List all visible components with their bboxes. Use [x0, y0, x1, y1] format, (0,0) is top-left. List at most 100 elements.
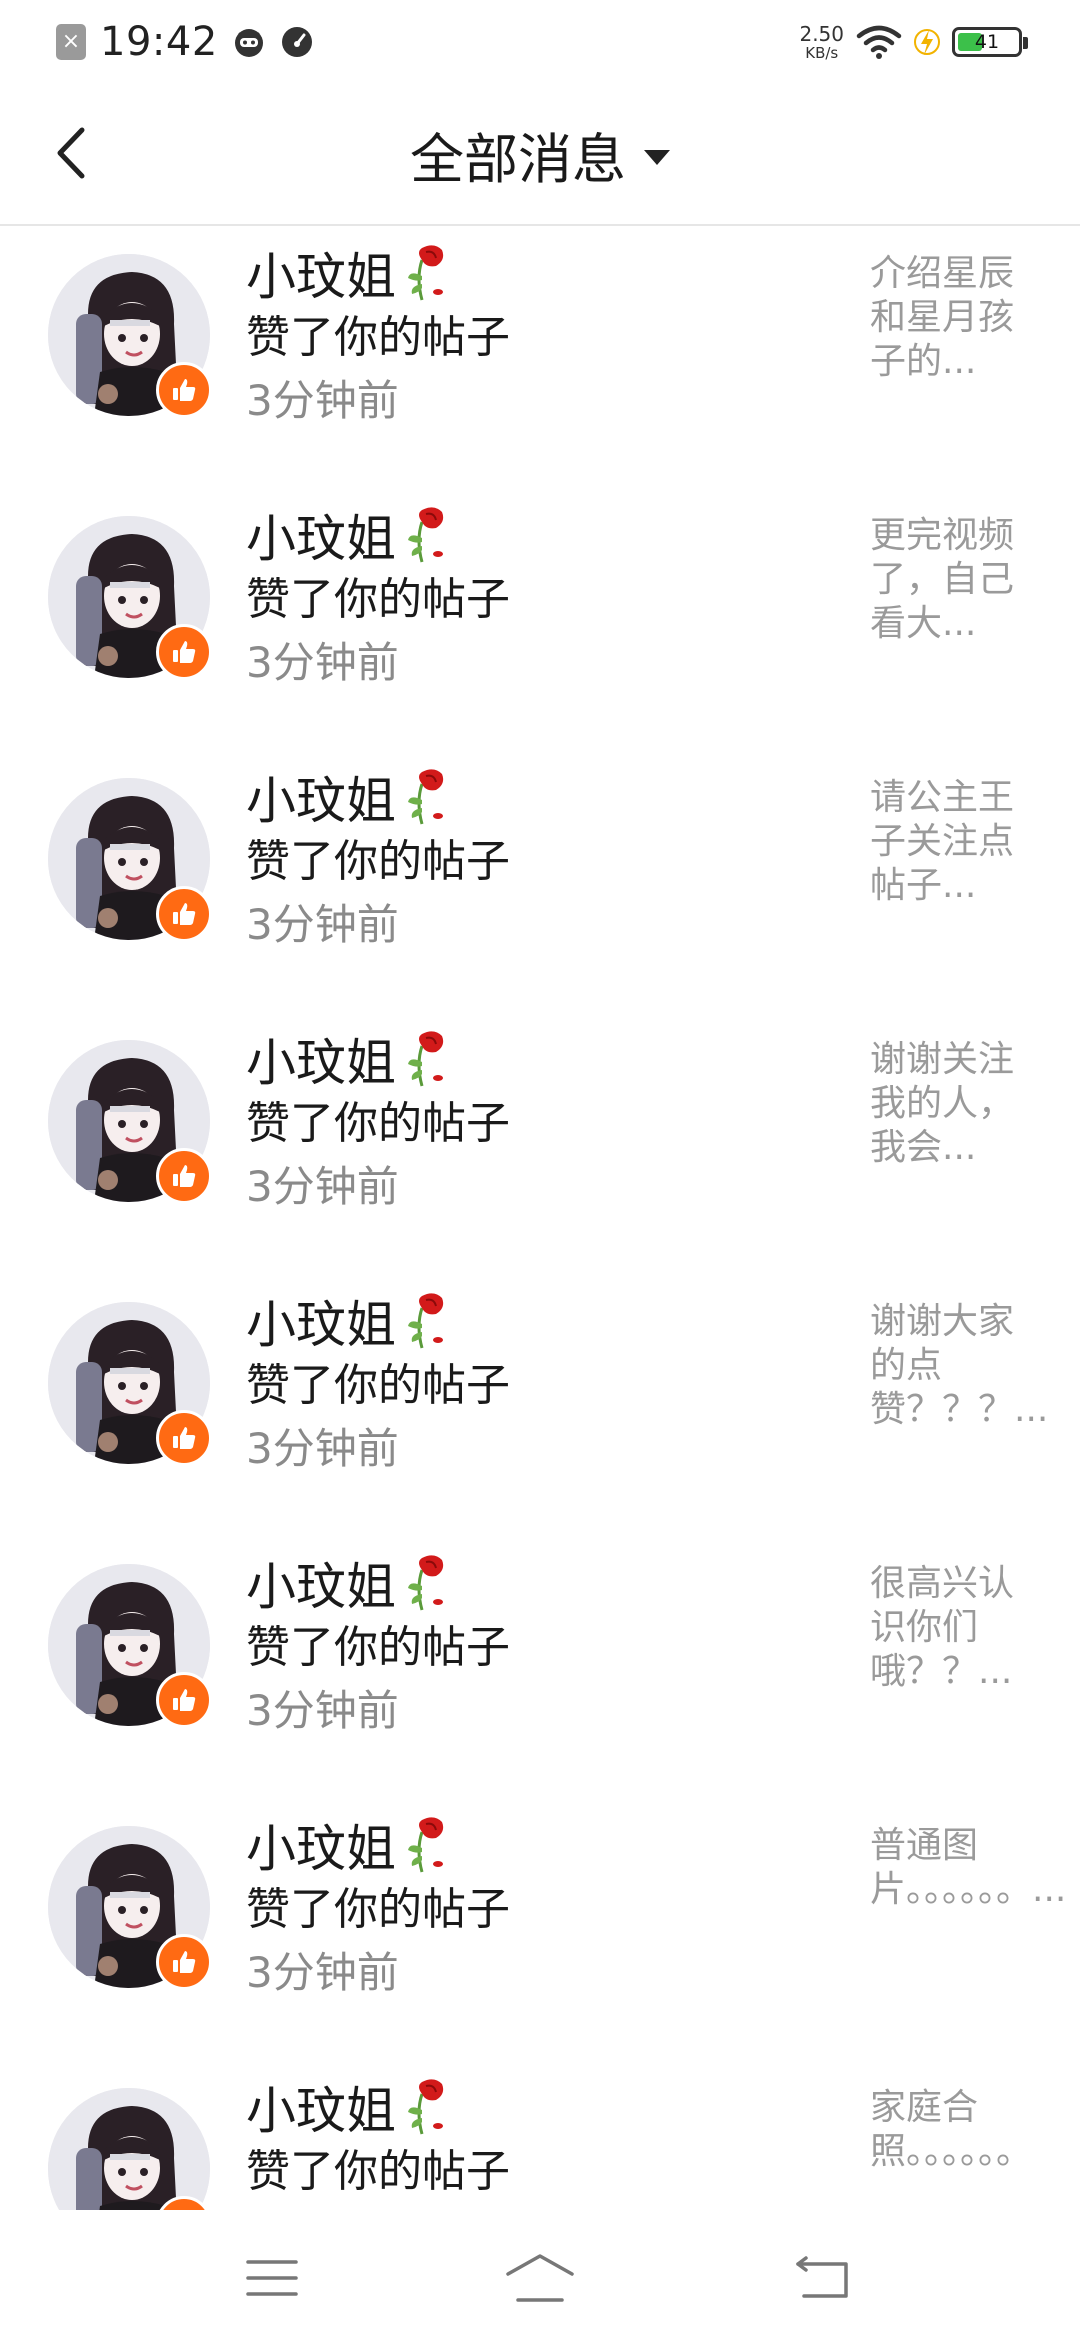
action-text: 赞了你的帖子 [246, 1098, 510, 1149]
notification-item[interactable]: 小玟姐 赞了你的帖子 3分钟前 很高兴认识你们哦？？... [0, 1536, 1080, 1798]
page-title: 全部消息 [410, 127, 626, 191]
back-nav-button[interactable] [782, 2246, 862, 2310]
avatar[interactable] [48, 778, 212, 942]
rose-icon [408, 1555, 444, 1611]
menu-button[interactable] [232, 2246, 312, 2310]
notification-item[interactable]: 小玟姐 赞了你的帖子 3分钟前 更完视频了，自己看大... [0, 488, 1080, 750]
post-preview[interactable]: 请公主王子关注点帖子... [870, 776, 1040, 908]
sender-name[interactable]: 小玟姐 [246, 237, 396, 309]
avatar[interactable] [48, 2088, 212, 2210]
sender-row: 小玟姐 [246, 500, 456, 570]
sender-name[interactable]: 小玟姐 [246, 499, 396, 571]
like-badge [156, 1148, 212, 1204]
post-preview[interactable]: 很高兴认识你们哦？？... [870, 1562, 1040, 1694]
post-preview[interactable]: 谢谢大家的点赞？？？... [870, 1300, 1048, 1432]
rose-icon [408, 507, 444, 563]
sender-name[interactable]: 小玟姐 [246, 1023, 396, 1095]
sender-row: 小玟姐 [246, 1548, 456, 1618]
timestamp: 3分钟前 [246, 1162, 399, 1211]
rose-icon [408, 1817, 444, 1873]
notification-list[interactable]: 小玟姐 赞了你的帖子 3分钟前 介绍星辰和星月孩子的... 小玟姐 赞了你的帖子… [0, 226, 1080, 2210]
avatar[interactable] [48, 516, 212, 680]
action-text: 赞了你的帖子 [246, 1360, 510, 1411]
like-badge [156, 886, 212, 942]
rose-icon [408, 769, 444, 825]
menu-icon [246, 2260, 298, 2296]
sender-name[interactable]: 小玟姐 [246, 1547, 396, 1619]
sender-name[interactable]: 小玟姐 [246, 1285, 396, 1357]
sender-row: 小玟姐 [246, 1024, 456, 1094]
action-text: 赞了你的帖子 [246, 836, 510, 887]
action-text: 赞了你的帖子 [246, 2146, 510, 2197]
timestamp: 3分钟前 [246, 1686, 399, 1735]
thumbs-up-icon [173, 1427, 196, 1449]
action-text: 赞了你的帖子 [246, 1622, 510, 1673]
avatar[interactable] [48, 1040, 212, 1204]
speed-unit: KB/s [805, 43, 839, 62]
rose-icon [408, 2079, 444, 2135]
like-badge [156, 1410, 212, 1466]
notification-item[interactable]: 小玟姐 赞了你的帖子 3分钟前 介绍星辰和星月孩子的... [0, 226, 1080, 488]
sender-row: 小玟姐 [246, 1286, 456, 1356]
rose-icon [408, 245, 444, 301]
network-speed: 2.50 KB/s [799, 24, 844, 61]
back-icon [796, 2256, 848, 2298]
rose-icon [408, 1293, 444, 1349]
thumbs-up-icon [173, 1165, 196, 1187]
timestamp: 3分钟前 [246, 376, 399, 425]
timestamp: 3分钟前 [246, 1948, 399, 1997]
avatar[interactable] [48, 1826, 212, 1990]
sender-name[interactable]: 小玟姐 [246, 761, 396, 833]
home-button[interactable] [500, 2246, 580, 2310]
status-right: 2.50 KB/s 41 [799, 18, 1028, 66]
action-text: 赞了你的帖子 [246, 574, 510, 625]
avatar[interactable] [48, 254, 212, 418]
like-badge [156, 1672, 212, 1728]
post-preview[interactable]: 谢谢关注我的人，我会... [870, 1038, 1040, 1170]
avatar[interactable] [48, 1564, 212, 1728]
post-preview[interactable]: 家庭合照。。。。。。 [870, 2086, 1040, 2174]
notification-item[interactable]: 小玟姐 赞了你的帖子 3分钟前 请公主王子关注点帖子... [0, 750, 1080, 1012]
post-preview[interactable]: 介绍星辰和星月孩子的... [870, 252, 1040, 384]
sender-name[interactable]: 小玟姐 [246, 1809, 396, 1881]
sender-name[interactable]: 小玟姐 [246, 2071, 396, 2143]
home-icon [506, 2254, 574, 2302]
thumbs-up-icon [173, 1689, 196, 1711]
thumbs-up-icon [173, 1951, 196, 1973]
caret-down-icon [644, 149, 670, 165]
post-preview[interactable]: 普通图片。。。。。。... [870, 1824, 1066, 1912]
wifi-icon [856, 25, 902, 59]
battery-level: 41 [974, 31, 1000, 53]
notification-item[interactable]: 小玟姐 赞了你的帖子 3分钟前 普通图片。。。。。。... [0, 1798, 1080, 2060]
sender-row: 小玟姐 [246, 1810, 456, 1880]
notification-item[interactable]: 小玟姐 赞了你的帖子 3分钟前 谢谢大家的点赞？？？... [0, 1274, 1080, 1536]
status-bar: × 19:42 2.50 KB/s 41 [0, 0, 1080, 84]
status-left: × 19:42 [56, 18, 314, 66]
thumbs-up-icon [173, 641, 196, 663]
timestamp: 3分钟前 [246, 1424, 399, 1473]
system-nav-bar [0, 2210, 1080, 2340]
like-badge [156, 624, 212, 680]
bot-icon [234, 29, 263, 57]
post-preview[interactable]: 更完视频了，自己看大... [870, 514, 1040, 646]
header-bar: 全部消息 [0, 84, 1080, 226]
gauge-icon [281, 27, 312, 57]
charging-icon [914, 29, 940, 55]
battery-cap [1023, 37, 1028, 49]
timestamp: 3分钟前 [246, 900, 399, 949]
rose-icon [408, 1031, 444, 1087]
action-text: 赞了你的帖子 [246, 1884, 510, 1935]
like-badge [156, 1934, 212, 1990]
sender-row: 小玟姐 [246, 762, 456, 832]
action-text: 赞了你的帖子 [246, 312, 510, 363]
thumbs-up-icon [173, 379, 196, 401]
notification-item[interactable]: 小玟姐 赞了你的帖子 3分钟前 谢谢关注我的人，我会... [0, 1012, 1080, 1274]
speed-value: 2.50 [799, 21, 844, 46]
thumbs-up-icon [173, 903, 196, 925]
avatar[interactable] [48, 1302, 212, 1466]
status-time: 19:42 [100, 19, 218, 65]
notification-item[interactable]: 小玟姐 赞了你的帖子 家庭合照。。。。。。 [0, 2060, 1080, 2210]
avatar-image [48, 2088, 210, 2210]
notification-close-icon: × [56, 24, 86, 60]
title-dropdown[interactable]: 全部消息 [0, 114, 1080, 194]
